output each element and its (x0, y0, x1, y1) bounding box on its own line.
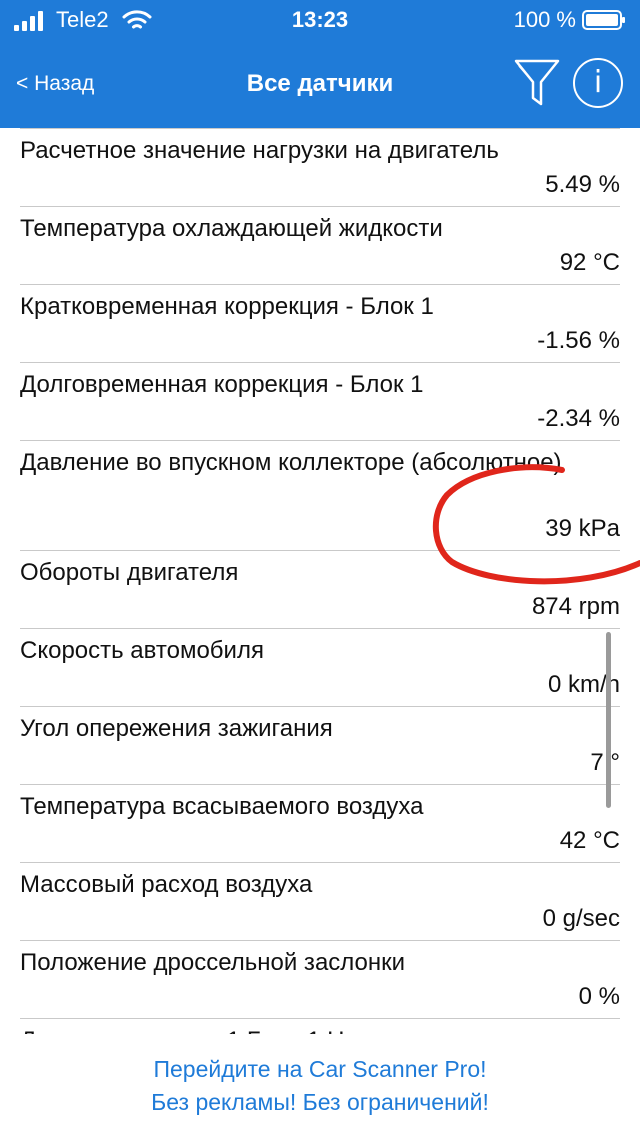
sensor-label: Положение дроссельной заслонки (20, 949, 406, 976)
sensor-list[interactable]: Расчетное значение нагрузки на двигатель… (0, 128, 640, 1034)
promo-banner[interactable]: Перейдите на Car Scanner Pro! Без реклам… (0, 1034, 640, 1136)
sensor-row[interactable]: Датчик кислорода 1 Блок 1 Напряжение (0, 1018, 640, 1034)
row-divider (20, 940, 620, 941)
sensor-value: -1.56 % (537, 327, 620, 354)
sensor-label: Обороты двигателя (20, 559, 239, 586)
battery-percent: 100 % (513, 7, 576, 32)
row-divider (20, 706, 620, 707)
sensor-row[interactable]: Температура охлаждающей жидкости 92 °C (0, 206, 640, 284)
sensor-label: Датчик кислорода 1 Блок 1 Напряжение (20, 1025, 620, 1034)
sensor-value: 39 kPa (545, 515, 620, 542)
sensor-row[interactable]: Скорость автомобиля 0 km/h (0, 628, 640, 706)
sensor-label: Скорость автомобиля (20, 637, 264, 664)
promo-line-1[interactable]: Перейдите на Car Scanner Pro! (0, 1056, 640, 1083)
status-bar: Tele2 13:23 100 % (0, 0, 640, 40)
row-divider (20, 1018, 620, 1019)
row-divider (20, 550, 620, 551)
sensor-value: -2.34 % (537, 405, 620, 432)
sensor-value: 0 g/sec (542, 905, 620, 932)
scrollbar[interactable] (606, 632, 611, 808)
info-icon[interactable]: i (573, 58, 623, 108)
sensor-value: 874 rpm (531, 593, 620, 620)
sensor-row[interactable]: Положение дроссельной заслонки 0 % (0, 940, 640, 1018)
sensor-label: Расчетное значение нагрузки на двигатель (20, 137, 499, 164)
row-divider (20, 362, 620, 363)
sensor-label: Температура всасываемого воздуха (20, 793, 424, 820)
sensor-row[interactable]: Давление во впускном коллекторе (абсолют… (0, 440, 640, 550)
sensor-label: Долговременная коррекция - Блок 1 (20, 371, 424, 398)
sensor-row[interactable]: Расчетное значение нагрузки на двигатель… (0, 128, 640, 206)
sensor-value: 42 °C (559, 827, 620, 854)
sensor-label: Температура охлаждающей жидкости (20, 215, 443, 242)
row-divider (20, 206, 620, 207)
row-divider (20, 284, 620, 285)
row-divider (20, 862, 620, 863)
sensor-label: Кратковременная коррекция - Блок 1 (20, 293, 434, 320)
row-divider (20, 128, 620, 129)
app-header: Tele2 13:23 100 % < Назад Все датчики i (0, 0, 640, 128)
row-divider (20, 784, 620, 785)
sensor-label: Давление во впускном коллекторе (абсолют… (20, 449, 562, 476)
sensor-value: 92 °C (559, 249, 620, 276)
row-divider (20, 440, 620, 441)
sensor-row[interactable]: Обороты двигателя 874 rpm (0, 550, 640, 628)
sensor-value: 5.49 % (545, 171, 620, 198)
sensor-row[interactable]: Угол опережения зажигания 7 ° (0, 706, 640, 784)
sensor-row[interactable]: Температура всасываемого воздуха 42 °C (0, 784, 640, 862)
row-divider (20, 628, 620, 629)
sensor-row[interactable]: Массовый расход воздуха 0 g/sec (0, 862, 640, 940)
sensor-row[interactable]: Кратковременная коррекция - Блок 1 -1.56… (0, 284, 640, 362)
sensor-row[interactable]: Долговременная коррекция - Блок 1 -2.34 … (0, 362, 640, 440)
funnel-icon[interactable] (513, 58, 561, 108)
promo-line-2[interactable]: Без рекламы! Без ограничений! (0, 1089, 640, 1116)
sensor-label: Угол опережения зажигания (20, 715, 333, 742)
sensor-value: 0 % (578, 983, 620, 1010)
sensor-label: Массовый расход воздуха (20, 871, 313, 898)
battery-icon (582, 10, 625, 30)
